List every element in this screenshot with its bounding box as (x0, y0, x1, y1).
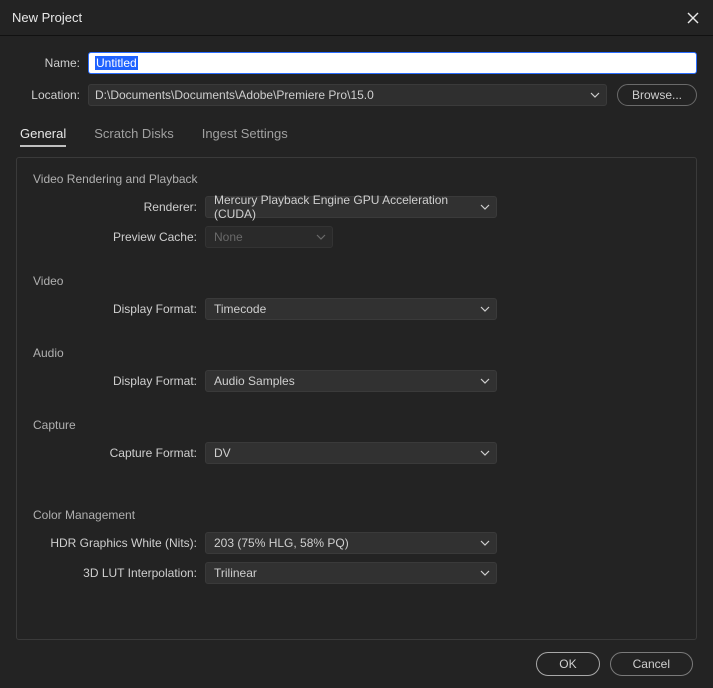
capture-format-select[interactable]: DV (205, 442, 497, 464)
group-audio: Audio Display Format: Audio Samples (33, 346, 680, 400)
tab-general[interactable]: General (20, 126, 66, 147)
preview-cache-value: None (214, 230, 243, 244)
preview-cache-select: None (205, 226, 333, 248)
name-label: Name: (16, 56, 80, 70)
location-label: Location: (16, 88, 80, 102)
video-display-format-value: Timecode (214, 302, 266, 316)
location-select[interactable]: D:\Documents\Documents\Adobe\Premiere Pr… (88, 84, 607, 106)
name-input[interactable]: Untitled (88, 52, 697, 74)
chevron-down-icon (590, 92, 600, 98)
name-input-value: Untitled (95, 56, 138, 70)
chevron-down-icon (480, 306, 490, 312)
chevron-down-icon (480, 570, 490, 576)
window-title: New Project (12, 10, 685, 25)
renderer-label: Renderer: (33, 200, 197, 214)
name-row: Name: Untitled (16, 52, 697, 74)
audio-display-format-label: Display Format: (33, 374, 197, 388)
group-title-video: Video (33, 274, 680, 288)
location-value: D:\Documents\Documents\Adobe\Premiere Pr… (95, 88, 374, 102)
footer: OK Cancel (16, 652, 697, 676)
chevron-down-icon (480, 204, 490, 210)
video-display-format-label: Display Format: (33, 302, 197, 316)
capture-format-value: DV (214, 446, 231, 460)
group-title-capture: Capture (33, 418, 680, 432)
group-rendering: Video Rendering and Playback Renderer: M… (33, 172, 680, 256)
renderer-select[interactable]: Mercury Playback Engine GPU Acceleration… (205, 196, 497, 218)
hdr-white-label: HDR Graphics White (Nits): (33, 536, 197, 550)
audio-display-format-value: Audio Samples (214, 374, 295, 388)
capture-format-label: Capture Format: (33, 446, 197, 460)
location-row: Location: D:\Documents\Documents\Adobe\P… (16, 84, 697, 106)
lut-interpolation-value: Trilinear (214, 566, 257, 580)
hdr-white-value: 203 (75% HLG, 58% PQ) (214, 536, 349, 550)
chevron-down-icon (480, 540, 490, 546)
group-title-rendering: Video Rendering and Playback (33, 172, 680, 186)
audio-display-format-select[interactable]: Audio Samples (205, 370, 497, 392)
lut-interpolation-label: 3D LUT Interpolation: (33, 566, 197, 580)
renderer-value: Mercury Playback Engine GPU Acceleration… (214, 193, 474, 221)
tab-scratch-disks[interactable]: Scratch Disks (94, 126, 173, 147)
lut-interpolation-select[interactable]: Trilinear (205, 562, 497, 584)
group-video: Video Display Format: Timecode (33, 274, 680, 328)
chevron-down-icon (316, 234, 326, 240)
browse-button[interactable]: Browse... (617, 84, 697, 106)
chevron-down-icon (480, 378, 490, 384)
preview-cache-label: Preview Cache: (33, 230, 197, 244)
ok-button[interactable]: OK (536, 652, 599, 676)
tab-ingest-settings[interactable]: Ingest Settings (202, 126, 288, 147)
cancel-button[interactable]: Cancel (610, 652, 693, 676)
title-bar: New Project (0, 0, 713, 36)
hdr-white-select[interactable]: 203 (75% HLG, 58% PQ) (205, 532, 497, 554)
chevron-down-icon (480, 450, 490, 456)
group-title-audio: Audio (33, 346, 680, 360)
video-display-format-select[interactable]: Timecode (205, 298, 497, 320)
group-capture: Capture Capture Format: DV (33, 418, 680, 490)
group-title-color: Color Management (33, 508, 680, 522)
dialog-body: Name: Untitled Location: D:\Documents\Do… (0, 36, 713, 688)
tab-bar: General Scratch Disks Ingest Settings (20, 126, 697, 147)
general-panel: Video Rendering and Playback Renderer: M… (16, 157, 697, 640)
close-button[interactable] (685, 10, 701, 26)
group-color-management: Color Management HDR Graphics White (Nit… (33, 508, 680, 592)
